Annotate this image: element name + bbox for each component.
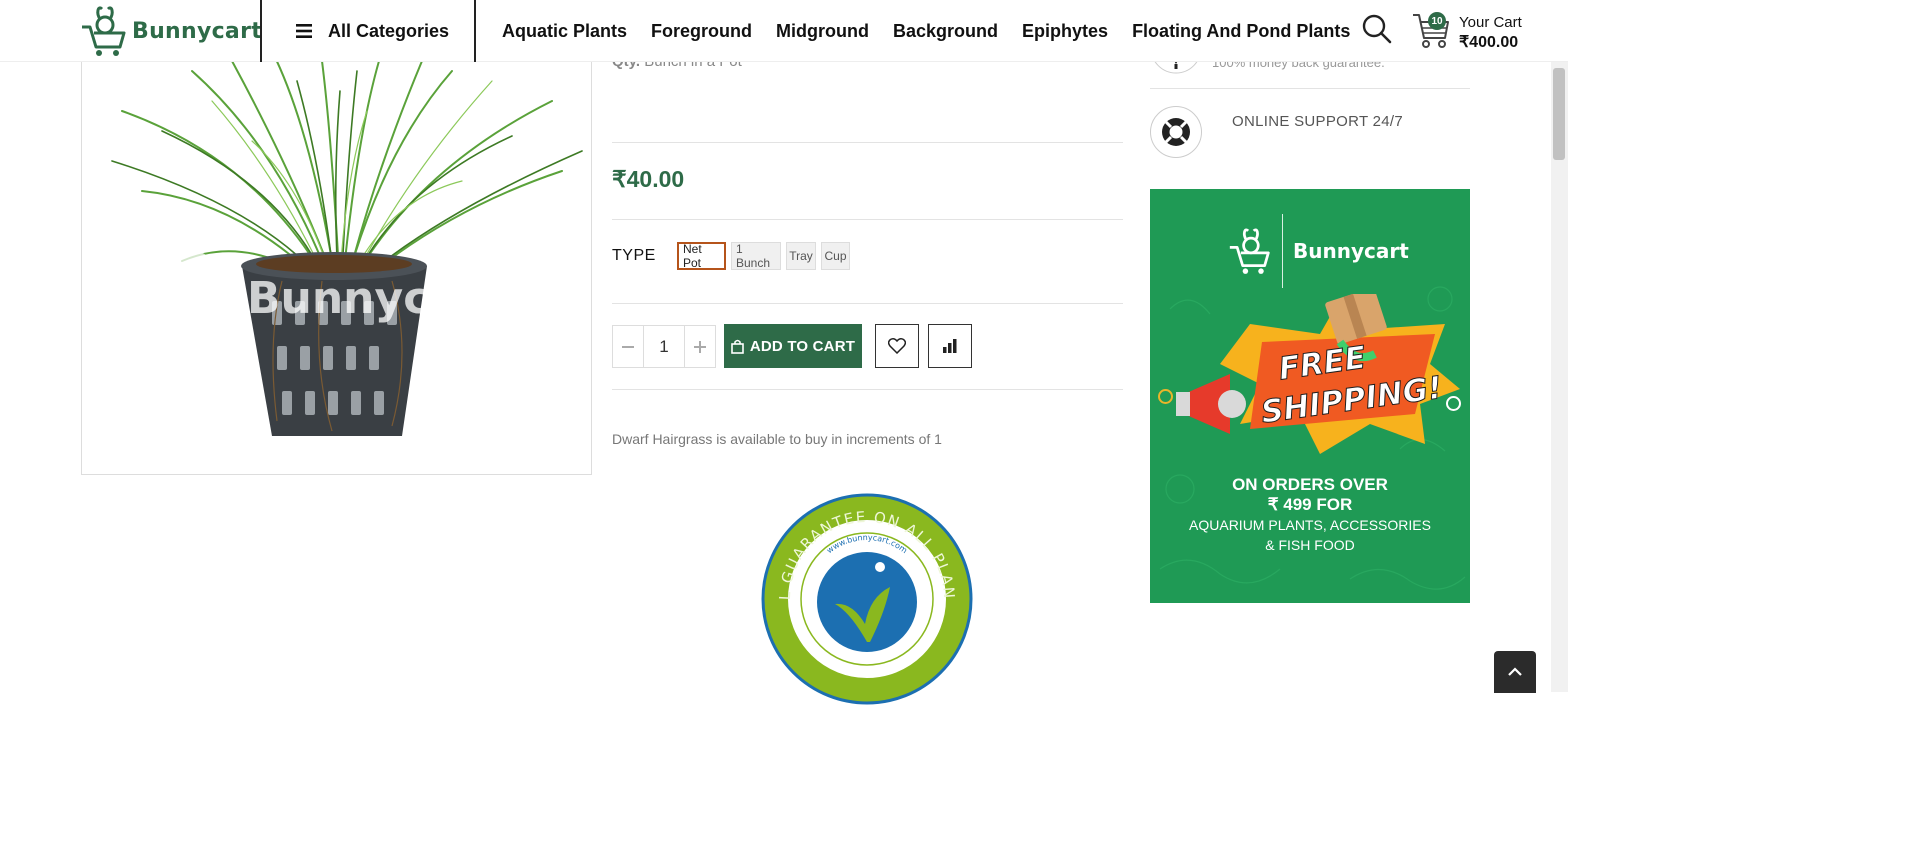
plant-in-net-pot-image: Bunnycart <box>111 50 583 436</box>
availability-note: Dwarf Hairgrass is available to buy in i… <box>612 431 942 447</box>
add-to-cart-label: ADD TO CART <box>749 337 856 355</box>
cart-count-badge: 10 <box>1428 12 1446 30</box>
divider <box>612 389 1123 390</box>
heart-icon <box>888 338 906 354</box>
support-icon-wrap <box>1150 106 1202 158</box>
banner-brand: Bunnycart <box>1293 239 1409 263</box>
nav-foreground[interactable]: Foreground <box>651 21 752 42</box>
type-option-tray[interactable]: Tray <box>786 242 816 270</box>
brand-logo[interactable]: Bunnycart <box>80 4 262 58</box>
type-options: Net Pot 1 Bunch Tray Cup <box>677 242 850 270</box>
brand-name: Bunnycart <box>132 18 263 44</box>
watermark-text: Bunnycart <box>247 273 502 324</box>
nav-floating-and-pond-plants[interactable]: Floating And Pond Plants <box>1132 21 1350 42</box>
increase-quantity-button[interactable] <box>685 326 715 367</box>
promo-line-2: ₹ 499 FOR <box>1267 495 1353 514</box>
shopping-bag-icon <box>731 339 744 354</box>
type-label: TYPE <box>612 247 656 264</box>
decrease-quantity-button[interactable] <box>613 326 643 367</box>
all-categories-label: All Categories <box>328 20 450 41</box>
nav-background[interactable]: Background <box>893 21 998 42</box>
promo-line-3: AQUARIUM PLANTS, ACCESSORIES <box>1189 517 1431 533</box>
nav-epiphytes[interactable]: Epiphytes <box>1022 21 1108 42</box>
divider <box>612 142 1123 143</box>
main-nav: Aquatic Plants Foreground Midground Back… <box>502 0 1350 62</box>
all-categories-button[interactable]: All Categories <box>260 0 476 62</box>
banner-logo: Bunnycart <box>1228 214 1409 288</box>
nav-midground[interactable]: Midground <box>776 21 869 42</box>
type-option-1-bunch[interactable]: 1 Bunch <box>731 242 781 270</box>
bar-chart-icon <box>943 339 957 353</box>
divider <box>1150 88 1470 89</box>
live-arrival-guarantee-seal: LIVE ARRIVAL GUARANTEE ON ALL PLANTS & F… <box>760 492 973 705</box>
type-option-cup[interactable]: Cup <box>821 242 850 270</box>
plus-icon <box>694 340 706 353</box>
back-to-top-button[interactable] <box>1494 651 1536 693</box>
carousel-next-dot[interactable] <box>1446 396 1461 411</box>
nav-aquatic-plants[interactable]: Aquatic Plants <box>502 21 627 42</box>
search-icon[interactable] <box>1362 14 1392 44</box>
add-to-cart-button[interactable]: ADD TO CART <box>724 324 862 368</box>
scrollbar-thumb[interactable] <box>1553 68 1565 160</box>
minus-icon <box>622 345 634 348</box>
cart-total: ₹400.00 <box>1459 34 1519 51</box>
online-support-text: ONLINE SUPPORT 24/7 <box>1232 113 1404 130</box>
promo-line-1: ON ORDERS OVER <box>1232 475 1388 494</box>
chevron-up-icon <box>1508 667 1522 676</box>
product-image[interactable]: Bunnycart <box>81 40 592 475</box>
site-header: Bunnycart All Categories Aquatic Plants … <box>0 0 1568 62</box>
free-shipping-banner[interactable]: Bunnycart FREE SHIPPING! ON ORDERS OVER … <box>1150 189 1470 603</box>
carousel-prev-dot[interactable] <box>1158 389 1173 404</box>
compare-button[interactable] <box>928 324 972 368</box>
logo-separator <box>1282 214 1283 288</box>
promo-line-4: & FISH FOOD <box>1265 537 1355 553</box>
divider <box>612 219 1123 220</box>
lifebuoy-icon <box>1162 118 1190 146</box>
product-price: ₹40.00 <box>612 166 685 192</box>
bunny-cart-logo-icon <box>1229 228 1270 274</box>
cart-summary[interactable]: Your Cart ₹400.00 <box>1459 13 1522 53</box>
wishlist-button[interactable] <box>875 324 919 368</box>
quantity-input[interactable]: 1 <box>643 326 685 367</box>
bunny-cart-logo-icon <box>82 6 126 56</box>
menu-icon <box>296 24 312 38</box>
free-shipping-graphic: FREE SHIPPING! <box>1176 294 1460 454</box>
type-option-net-pot[interactable]: Net Pot <box>677 242 726 270</box>
quantity-stepper: 1 <box>612 325 716 368</box>
cart-title: Your Cart <box>1459 14 1522 31</box>
divider <box>612 303 1123 304</box>
